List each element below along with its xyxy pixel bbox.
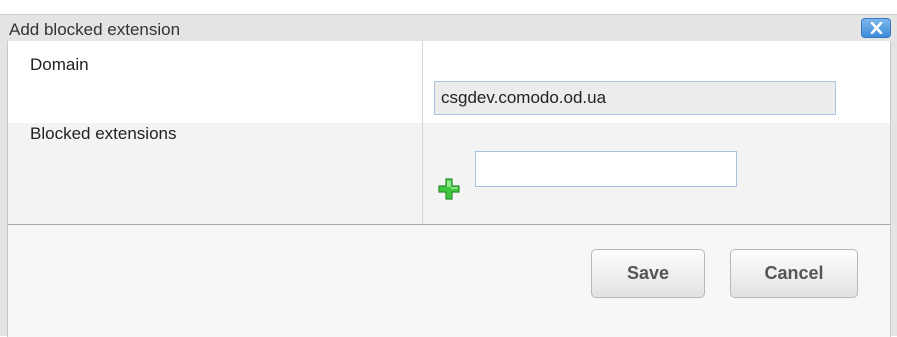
save-button[interactable]: Save	[591, 249, 705, 298]
dialog-footer: Save Cancel	[8, 224, 890, 337]
blocked-extension-input[interactable]	[475, 151, 737, 187]
domain-label: Domain	[30, 55, 89, 74]
dialog-titlebar: Add blocked extension	[0, 15, 897, 41]
dialog-title: Add blocked extension	[9, 20, 181, 39]
column-divider	[422, 41, 423, 224]
close-button[interactable]	[861, 18, 891, 38]
add-blocked-extension-dialog: Add blocked extension Save Cancel Domain…	[0, 14, 897, 337]
close-icon	[870, 22, 883, 34]
cancel-button[interactable]: Cancel	[730, 249, 858, 298]
domain-field[interactable]: csgdev.comodo.od.ua	[434, 81, 836, 115]
plus-icon[interactable]	[438, 178, 460, 200]
blocked-extensions-label: Blocked extensions	[30, 124, 177, 143]
